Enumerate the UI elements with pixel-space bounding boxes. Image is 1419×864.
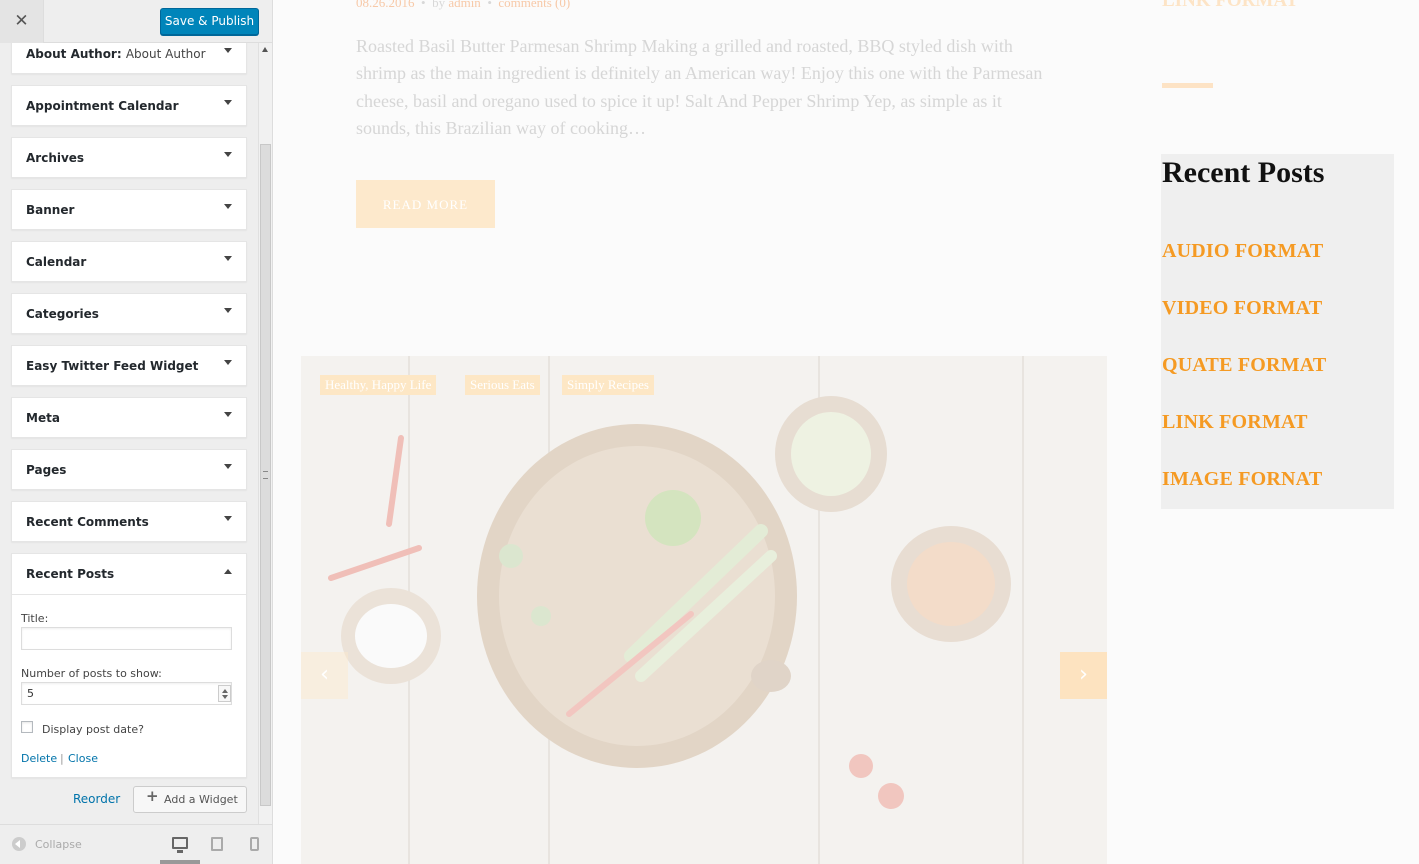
widget-pages[interactable]: Pages [11,449,247,490]
scrollbar-thumb[interactable] [260,144,271,806]
chevron-down-icon[interactable] [224,464,232,469]
plus-icon: + [146,787,159,805]
chevron-down-icon[interactable] [224,360,232,365]
reorder-link[interactable]: Reorder [73,792,120,806]
widget-title: Pages [26,463,67,477]
slider-prev-arrow-icon[interactable]: ‹ [301,652,348,699]
tag-simply-recipes[interactable]: Simply Recipes [562,375,654,395]
widget-subtitle: About Author [125,47,206,61]
post-count-stepper[interactable] [218,685,231,702]
recent-post-link[interactable]: VIDEO FORMAT [1162,297,1322,320]
add-widget-label: Add a Widget [164,793,238,806]
widget-title: Appointment Calendar [26,99,179,113]
post-by: by [432,0,446,10]
recent-post-link[interactable]: IMAGE FORNAT [1162,468,1322,491]
chevron-up-icon[interactable] [224,569,232,574]
link-separator: | [60,752,64,765]
chevron-down-icon[interactable] [224,516,232,521]
post-date: 08.26.2016 [356,0,415,10]
chevron-down-icon[interactable] [224,48,232,53]
post-author-link[interactable]: admin [448,0,481,10]
widget-title: Meta [26,411,60,425]
widget-scroll-area[interactable]: About Author: About Author Appointment C… [0,43,272,824]
chevron-down-icon[interactable] [224,412,232,417]
chevron-down-icon[interactable] [224,256,232,261]
stepper-down-icon[interactable] [222,695,228,699]
widget-recent-posts-expanded: Recent Posts Title: Number of posts to s… [11,553,247,778]
grip-icon [263,471,268,479]
chevron-down-icon[interactable] [224,100,232,105]
widget-recent-comments[interactable]: Recent Comments [11,501,247,542]
close-link[interactable]: Close [68,752,98,765]
tag-healthy-happy-life[interactable]: Healthy, Happy Life [320,375,437,395]
active-device-indicator [160,860,200,864]
site-preview: 08.26.2016 • by admin • comments (0) Roa… [274,0,1419,864]
widget-title: About Author: About Author [26,47,206,61]
customizer-footer: Collapse [0,824,272,864]
slider-next-arrow-icon[interactable]: › [1060,652,1107,699]
widget-calendar[interactable]: Calendar [11,241,247,282]
widget-title: Calendar [26,255,87,269]
recent-post-link[interactable]: LINK FORMAT [1162,411,1308,434]
post-excerpt: Roasted Basil Butter Parmesan Shrimp Mak… [356,36,1043,139]
widget-title: Recent Posts [26,567,115,581]
featured-image-slider[interactable]: Healthy, Happy Life Serious Eats Simply … [301,356,1107,864]
chevron-down-icon[interactable] [224,308,232,313]
sidebar-accent-bar [1162,83,1213,88]
post-meta: 08.26.2016 • by admin • comments (0) [356,0,570,11]
add-widget-button[interactable]: + Add a Widget [133,786,247,813]
recent-post-link[interactable]: AUDIO FORMAT [1162,240,1323,263]
widget-title: Easy Twitter Feed Widget [26,359,199,373]
widget-title: Categories [26,307,99,321]
customizer-panel: ✕ Save & Publish About Author: About Aut… [0,0,273,864]
display-date-checkbox[interactable] [21,721,33,733]
save-publish-button[interactable]: Save & Publish [160,8,259,35]
tag-serious-eats[interactable]: Serious Eats [465,375,540,395]
post-comments-link[interactable]: comments (0) [498,0,570,10]
chevron-down-icon[interactable] [224,152,232,157]
post-count-label: Number of posts to show: [21,667,162,680]
widget-list: About Author: About Author Appointment C… [11,43,247,778]
widget-easy-twitter-feed[interactable]: Easy Twitter Feed Widget [11,345,247,386]
collapse-button[interactable]: Collapse [12,837,82,851]
mobile-preview-icon[interactable] [250,837,259,851]
customizer-header: ✕ Save & Publish [0,0,272,43]
recent-post-link[interactable]: QUATE FORMAT [1162,354,1326,377]
read-more-button[interactable]: READ MORE [356,180,495,228]
widget-about-author[interactable]: About Author: About Author [11,43,247,74]
title-input[interactable] [21,627,232,650]
post-count-input[interactable] [21,682,232,705]
widget-archives[interactable]: Archives [11,137,247,178]
tablet-preview-icon[interactable] [211,837,223,851]
widget-form: Title: Number of posts to show: Display … [12,595,246,777]
meta-separator: • [484,0,496,10]
scrollbar[interactable] [258,43,272,824]
delete-link[interactable]: Delete [21,752,57,765]
widget-title: Recent Comments [26,515,149,529]
widget-title: Banner [26,203,75,217]
widget-meta[interactable]: Meta [11,397,247,438]
widget-categories[interactable]: Categories [11,293,247,334]
widget-banner[interactable]: Banner [11,189,247,230]
display-date-label: Display post date? [42,723,144,736]
scroll-up-icon[interactable] [262,47,268,52]
widget-recent-posts-header[interactable]: Recent Posts [12,554,246,595]
title-label: Title: [21,612,49,625]
chevron-down-icon[interactable] [224,204,232,209]
recent-posts-title: Recent Posts [1162,156,1325,189]
close-icon[interactable]: ✕ [0,0,44,43]
widget-appointment-calendar[interactable]: Appointment Calendar [11,85,247,126]
collapse-label: Collapse [35,838,82,851]
stepper-up-icon[interactable] [222,689,228,693]
widget-title: Archives [26,151,85,165]
meta-separator: • [417,0,429,10]
collapse-arrow-icon [12,837,26,851]
food-bowl-image [301,356,1107,864]
desktop-preview-icon[interactable] [172,837,188,853]
recent-posts-widget: Recent Posts AUDIO FORMAT VIDEO FORMAT Q… [1161,154,1394,509]
sidebar-faded-link[interactable]: LINK FORMAT [1162,0,1298,12]
